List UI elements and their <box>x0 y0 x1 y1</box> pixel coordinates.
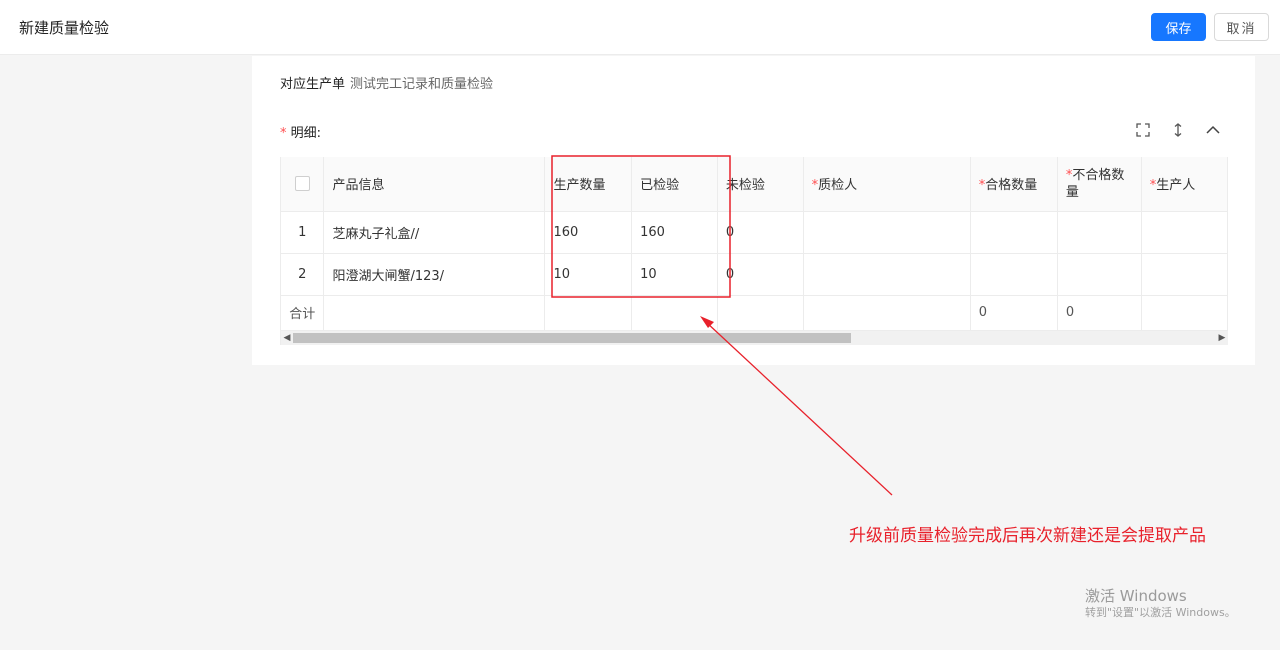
form-card: 对应生产单 测试完工记录和质量检验 * 明细: 产品信息 生产数量 已检验 未检… <box>252 56 1255 365</box>
annotation-text: 升级前质量检验完成后再次新建还是会提取产品 <box>849 526 1206 546</box>
col-header-uninspected: 未检验 <box>717 157 804 212</box>
cell-produced: 160 <box>544 211 633 254</box>
detail-label: * 明细: <box>280 122 321 141</box>
cell-uninspected: 0 <box>717 253 804 296</box>
cell-product[interactable]: 阳澄湖大闸蟹/123/ <box>323 253 546 296</box>
cell-qualified[interactable] <box>970 211 1058 254</box>
cell-uninspected: 0 <box>717 211 804 254</box>
cell-qualified[interactable] <box>970 253 1058 296</box>
cell-inspector[interactable] <box>803 211 971 254</box>
scrollbar-thumb[interactable] <box>293 333 851 343</box>
scroll-right-arrow-icon[interactable]: ▶ <box>1216 332 1228 344</box>
collapse-icon[interactable] <box>1205 122 1221 138</box>
save-button[interactable]: 保存 <box>1151 13 1206 41</box>
cell-inspected: 10 <box>631 253 718 296</box>
select-all-checkbox[interactable] <box>294 176 310 192</box>
row-height-icon[interactable] <box>1170 122 1186 138</box>
cell-unqualified[interactable] <box>1057 253 1142 296</box>
col-header-product: 产品信息 <box>323 157 546 212</box>
total-qualified: 0 <box>970 295 1058 331</box>
table-row: 2 阳澄湖大闸蟹/123/ 10 10 0 <box>281 253 1228 296</box>
select-all-checkbox-cell[interactable] <box>281 157 325 212</box>
required-mark: * <box>280 126 287 141</box>
cell-product[interactable]: 芝麻丸子礼盒// <box>323 211 546 254</box>
order-value: 测试完工记录和质量检验 <box>350 77 494 92</box>
row-index: 1 <box>281 211 325 254</box>
row-index: 2 <box>281 253 325 296</box>
total-unqualified: 0 <box>1057 295 1142 331</box>
col-header-qualified: *合格数量 <box>970 157 1058 212</box>
cell-producer[interactable] <box>1141 253 1228 296</box>
windows-watermark-subtitle: 转到"设置"以激活 Windows。 <box>1085 606 1236 619</box>
col-header-inspected: 已检验 <box>631 157 718 212</box>
fullscreen-icon[interactable] <box>1135 122 1151 138</box>
cell-inspected: 160 <box>631 211 718 254</box>
windows-watermark-title: 激活 Windows <box>1085 587 1187 605</box>
total-label: 合计 <box>281 295 325 331</box>
col-header-producer: *生产人 <box>1141 157 1228 212</box>
col-header-unqualified: *不合格数量 <box>1057 157 1142 212</box>
scroll-left-arrow-icon[interactable]: ◀ <box>281 332 293 344</box>
cell-unqualified[interactable] <box>1057 211 1142 254</box>
detail-label-text: 明细: <box>290 126 322 141</box>
order-label: 对应生产单 <box>280 77 346 92</box>
table-row: 1 芝麻丸子礼盒// 160 160 0 <box>281 211 1228 254</box>
cell-produced: 10 <box>544 253 633 296</box>
detail-table: 产品信息 生产数量 已检验 未检验 *质检人 *合格数量 *不合格数量 *生产人… <box>280 157 1228 345</box>
page-title: 新建质量检验 <box>19 19 110 37</box>
col-header-produced: 生产数量 <box>544 157 633 212</box>
cell-inspector[interactable] <box>803 253 971 296</box>
horizontal-scrollbar[interactable]: ◀ ▶ <box>281 331 1228 345</box>
total-row: 合计 0 0 <box>281 295 1228 331</box>
col-header-inspector: *质检人 <box>803 157 971 212</box>
table-header-row: 产品信息 生产数量 已检验 未检验 *质检人 *合格数量 *不合格数量 *生产人 <box>281 157 1228 212</box>
cell-producer[interactable] <box>1141 211 1228 254</box>
cancel-button[interactable]: 取消 <box>1214 13 1269 41</box>
top-bar: 新建质量检验 保存 取消 <box>0 0 1280 55</box>
